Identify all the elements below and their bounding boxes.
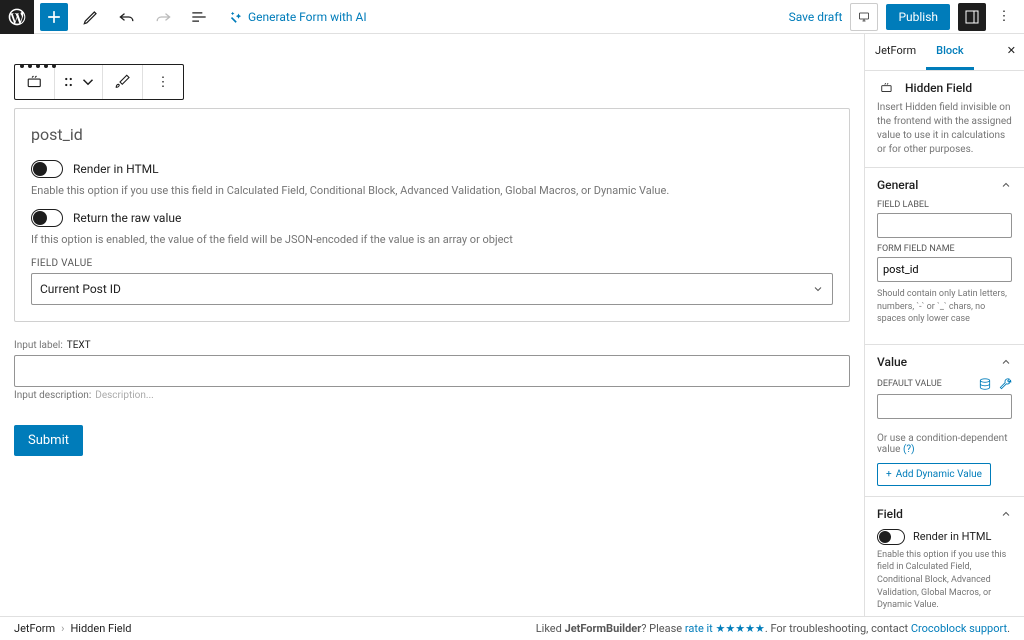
- render-html-toggle[interactable]: [31, 160, 63, 178]
- ai-label: Generate Form with AI: [248, 10, 367, 24]
- input-desc-row: Input description:Description...: [14, 390, 850, 401]
- field-panel-toggle[interactable]: Field: [877, 507, 1012, 521]
- topbar-actions: Save draft Publish ⋮: [789, 3, 1024, 31]
- tab-block[interactable]: Block: [926, 34, 973, 70]
- block-style-button[interactable]: [103, 65, 143, 99]
- condition-hint: Or use a condition-dependent value (?): [877, 433, 1012, 455]
- chevron-up-icon: [1000, 179, 1012, 191]
- chevron-up-icon: [1000, 356, 1012, 368]
- footer-message: Liked JetFormBuilder? Please rate it ★★★…: [536, 622, 1010, 635]
- panel-icon: [964, 9, 980, 25]
- wrench-icon[interactable]: [998, 377, 1012, 391]
- chevron-down-icon: [812, 283, 824, 295]
- add-dynamic-value-button[interactable]: +Add Dynamic Value: [877, 463, 991, 486]
- redo-button[interactable]: [146, 0, 180, 34]
- sidebar-tabs: JetForm Block ✕: [865, 34, 1024, 71]
- submit-button[interactable]: Submit: [14, 425, 83, 456]
- desktop-icon: [856, 11, 872, 23]
- tab-jetform[interactable]: JetForm: [865, 34, 926, 70]
- block-info-section: Hidden Field Insert Hidden field invisib…: [865, 71, 1024, 168]
- field-value-select[interactable]: Current Post ID: [31, 273, 833, 305]
- hidden-field-icon: [26, 73, 44, 91]
- database-icon[interactable]: [978, 377, 992, 391]
- document-outline-button[interactable]: [182, 0, 216, 34]
- form-field-name-input[interactable]: [877, 257, 1012, 282]
- brush-icon: [114, 73, 132, 91]
- undo-button[interactable]: [110, 0, 144, 34]
- general-panel: General FIELD LABEL FORM FIELD NAME Shou…: [865, 168, 1024, 345]
- support-link[interactable]: Crocoblock support: [911, 622, 1007, 635]
- settings-sidebar: JetForm Block ✕ Hidden Field Insert Hidd…: [864, 34, 1024, 616]
- wordpress-icon: [7, 7, 27, 27]
- value-panel: Value DEFAULT VALUE Or use a condition-d…: [865, 345, 1024, 497]
- hidden-field-block[interactable]: post_id Render in HTML Enable this optio…: [14, 108, 850, 322]
- sb-render-html-toggle[interactable]: [877, 529, 905, 545]
- condition-help-link[interactable]: (?): [903, 444, 915, 455]
- topbar-tools: Generate Form with AI: [34, 0, 367, 34]
- block-toolbar: ⋮: [14, 64, 184, 100]
- breadcrumb-root[interactable]: JetForm: [14, 622, 55, 635]
- block-title: post_id: [31, 125, 833, 144]
- default-value-input[interactable]: [877, 394, 1012, 419]
- value-panel-toggle[interactable]: Value: [877, 355, 1012, 369]
- block-type-button[interactable]: [15, 65, 55, 99]
- add-block-button[interactable]: [40, 3, 68, 31]
- breadcrumb-current[interactable]: Hidden Field: [70, 622, 131, 635]
- raw-value-toggle[interactable]: [31, 209, 63, 227]
- save-draft-button[interactable]: Save draft: [789, 10, 843, 24]
- edit-mode-button[interactable]: [74, 0, 108, 34]
- preview-button[interactable]: [850, 3, 878, 31]
- rate-link[interactable]: rate it ★★★★★: [685, 622, 765, 635]
- drag-icon: [61, 73, 79, 91]
- default-value-label: DEFAULT VALUE: [877, 379, 942, 389]
- chevron-up-icon: [1000, 508, 1012, 520]
- form-field-name-label: FORM FIELD NAME: [877, 244, 1012, 254]
- block-info-title: Hidden Field: [905, 81, 972, 95]
- field-panel: Field Render in HTML Enable this option …: [865, 497, 1024, 616]
- render-html-help: Enable this option if you use this field…: [31, 184, 833, 197]
- sb-render-help: Enable this option if you use this field…: [877, 549, 1012, 612]
- input-label-row: Input label:TEXT: [14, 340, 850, 351]
- drag-handle[interactable]: [55, 65, 103, 99]
- form-field-name-help: Should contain only Latin letters, numbe…: [877, 288, 1012, 326]
- settings-panel-toggle[interactable]: [958, 3, 986, 31]
- text-input-field[interactable]: [14, 355, 850, 387]
- generate-ai-button[interactable]: Generate Form with AI: [228, 10, 367, 24]
- raw-value-help: If this option is enabled, the value of …: [31, 233, 833, 246]
- general-panel-toggle[interactable]: General: [877, 178, 1012, 192]
- render-html-label: Render in HTML: [73, 162, 159, 176]
- footer-bar: JetForm › Hidden Field Liked JetFormBuil…: [0, 616, 1024, 640]
- hidden-field-icon: [877, 81, 897, 95]
- chevron-down-icon: [79, 73, 97, 91]
- close-panel-button[interactable]: ✕: [999, 34, 1024, 70]
- more-options-button[interactable]: ⋮: [994, 9, 1014, 24]
- topbar: Generate Form with AI Save draft Publish…: [0, 0, 1024, 34]
- sb-render-html-label: Render in HTML: [913, 530, 991, 543]
- editor-canvas: ⋮ post_id Render in HTML Enable this opt…: [0, 34, 864, 616]
- wand-icon: [228, 10, 242, 24]
- wordpress-logo[interactable]: [0, 0, 34, 34]
- field-label-input[interactable]: [877, 213, 1012, 238]
- raw-value-label: Return the raw value: [73, 211, 181, 225]
- publish-button[interactable]: Publish: [886, 4, 950, 30]
- block-more-button[interactable]: ⋮: [143, 65, 183, 99]
- block-info-desc: Insert Hidden field invisible on the fro…: [877, 101, 1012, 157]
- field-value-label: FIELD VALUE: [31, 258, 833, 269]
- field-label-label: FIELD LABEL: [877, 200, 1012, 210]
